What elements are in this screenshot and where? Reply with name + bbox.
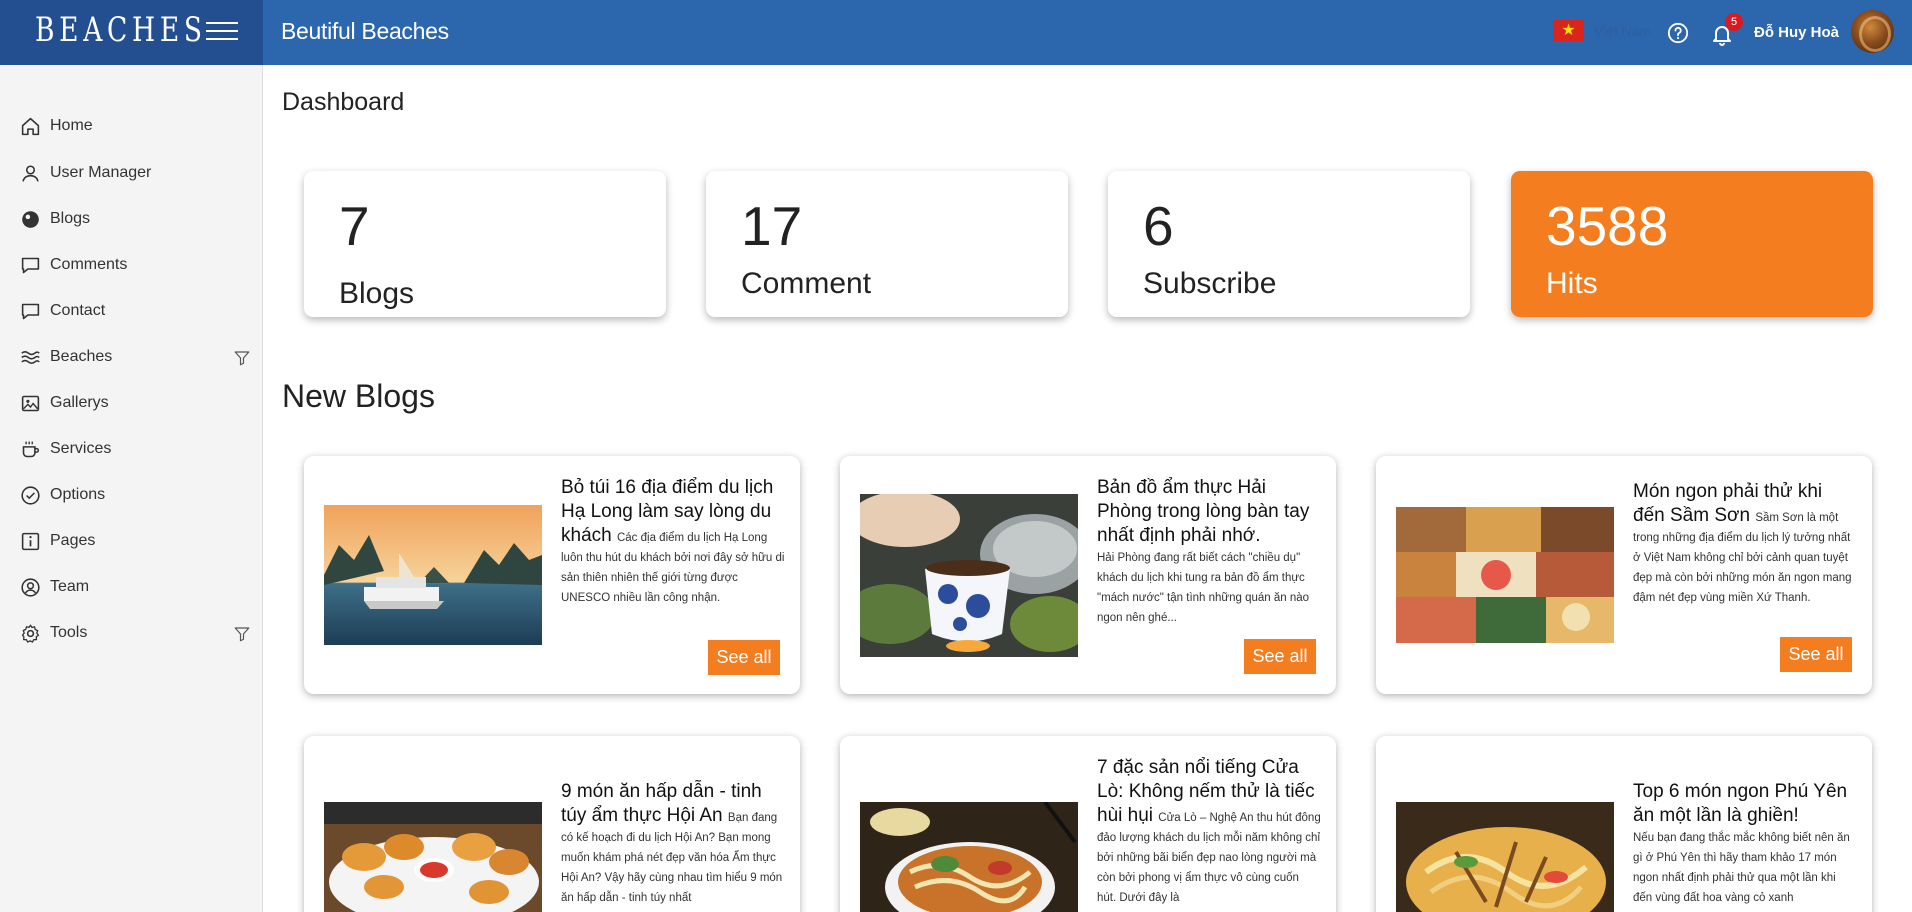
team-icon: [21, 577, 40, 597]
blog-text: Top 6 món ngon Phú Yên ăn một lần là ghi…: [1633, 780, 1857, 908]
blog-card: Bản đồ ẩm thực Hải Phòng trong lòng bàn …: [840, 456, 1336, 694]
sidebar-item-comments[interactable]: Comments: [20, 251, 250, 279]
sidebar-item-label: Beaches: [50, 348, 113, 365]
stat-card-blogs[interactable]: 7 Blogs: [304, 171, 666, 317]
blog-thumbnail-image[interactable]: [860, 802, 1078, 912]
sidebar-item-user-manager[interactable]: User Manager: [20, 159, 250, 187]
see-all-button[interactable]: See all: [1244, 639, 1316, 674]
see-all-button[interactable]: See all: [708, 640, 780, 675]
blog-thumbnail-image[interactable]: [1396, 507, 1614, 643]
sidebar-item-label: Blogs: [50, 210, 91, 227]
top-bar: BEACHES Beutiful Beaches ★ Việt Nam 5 Đỗ…: [0, 0, 1912, 65]
sidebar-item-blogs[interactable]: Blogs: [20, 205, 250, 233]
blog-text: Bỏ túi 16 địa điểm du lịch Hạ Long làm s…: [561, 476, 785, 608]
stat-value: 17: [741, 195, 803, 257]
brand-logo[interactable]: BEACHES: [35, 10, 207, 50]
blog-title[interactable]: Top 6 món ngon Phú Yên ăn một lần là ghi…: [1633, 780, 1857, 828]
stat-card-hits[interactable]: 3588 Hits: [1511, 171, 1873, 317]
comment-icon: [21, 257, 40, 273]
sidebar-item-label: Contact: [50, 302, 106, 319]
sidebar-item-team[interactable]: Team: [20, 573, 250, 601]
sidebar-item-label: Home: [50, 117, 93, 134]
sidebar-item-label: Comments: [50, 256, 128, 273]
avatar[interactable]: [1851, 10, 1894, 53]
section-title: New Blogs: [282, 378, 435, 414]
home-icon: [21, 117, 40, 135]
blog-text: 9 món ăn hấp dẫn - tinh túy ẩm thực Hội …: [561, 780, 785, 908]
contact-icon: [21, 303, 40, 319]
page-title: Dashboard: [282, 88, 405, 116]
stat-label: Subscribe: [1143, 267, 1277, 300]
blog-card: 9 món ăn hấp dẫn - tinh túy ẩm thực Hội …: [304, 736, 800, 912]
waves-icon: [21, 350, 40, 364]
help-icon[interactable]: [1667, 22, 1689, 44]
check-circle-icon: [21, 485, 40, 505]
sidebar-item-tools[interactable]: Tools: [20, 619, 250, 647]
blog-text: Món ngon phải thử khi đến Sầm Sơn Sầm Sơ…: [1633, 480, 1857, 608]
notification-count-badge: 5: [1725, 13, 1743, 31]
blog-card: Món ngon phải thử khi đến Sầm Sơn Sầm Sơ…: [1376, 456, 1872, 694]
stat-card-comments[interactable]: 17 Comment: [706, 171, 1068, 317]
blog-thumbnail-image[interactable]: [860, 494, 1078, 657]
vietnam-flag-icon[interactable]: ★: [1553, 20, 1584, 41]
coffee-icon: [22, 441, 39, 457]
language-label[interactable]: Việt Nam: [1594, 23, 1651, 39]
sidebar-item-label: Options: [50, 486, 106, 503]
stat-card-subscribe[interactable]: 6 Subscribe: [1108, 171, 1470, 317]
menu-toggle-icon[interactable]: [206, 22, 238, 43]
blog-card: Top 6 món ngon Phú Yên ăn một lần là ghi…: [1376, 736, 1872, 912]
blog-card: 7 đặc sản nổi tiếng Cửa Lò: Không nếm th…: [840, 736, 1336, 912]
user-name[interactable]: Đỗ Huy Hoà: [1754, 24, 1839, 41]
blog-thumbnail-image[interactable]: [1396, 802, 1614, 912]
filter-icon[interactable]: [233, 625, 251, 643]
sidebar-item-options[interactable]: Options: [20, 481, 250, 509]
blog-title[interactable]: Bản đồ ẩm thực Hải Phòng trong lòng bàn …: [1097, 476, 1321, 548]
blog-excerpt: Nếu bạn đang thắc mắc không biết nên ăn …: [1633, 832, 1850, 904]
site-title: Beutiful Beaches: [281, 18, 449, 44]
sidebar-item-gallerys[interactable]: Gallerys: [20, 389, 250, 417]
blog-thumbnail-image[interactable]: [324, 505, 542, 645]
brand-area: BEACHES: [0, 0, 263, 65]
sidebar: Home User Manager Blogs Comments Contact…: [0, 65, 263, 912]
sidebar-item-label: Tools: [50, 624, 88, 641]
blog-excerpt: Hải Phòng đang rất biết cách "chiều dụ" …: [1097, 552, 1310, 624]
stat-value: 7: [339, 195, 370, 257]
sidebar-item-label: User Manager: [50, 164, 152, 181]
sidebar-item-label: Gallerys: [50, 394, 109, 411]
sidebar-item-label: Pages: [50, 532, 96, 549]
filter-icon[interactable]: [233, 349, 251, 367]
blog-text: Bản đồ ẩm thực Hải Phòng trong lòng bàn …: [1097, 476, 1321, 628]
blog-icon: [22, 210, 39, 228]
sidebar-item-pages[interactable]: Pages: [20, 527, 250, 555]
blog-card: Bỏ túi 16 địa điểm du lịch Hạ Long làm s…: [304, 456, 800, 694]
sidebar-item-contact[interactable]: Contact: [20, 297, 250, 325]
stat-value: 3588: [1546, 195, 1669, 257]
stat-label: Blogs: [339, 277, 415, 310]
gear-icon: [21, 624, 40, 643]
image-icon: [21, 395, 40, 411]
see-all-button[interactable]: See all: [1780, 637, 1852, 672]
stat-value: 6: [1143, 195, 1174, 257]
user-icon: [22, 164, 39, 182]
sidebar-item-home[interactable]: Home: [20, 112, 250, 140]
info-icon: [21, 532, 40, 550]
blog-thumbnail-image[interactable]: [324, 802, 542, 912]
sidebar-item-label: Services: [50, 440, 112, 457]
stat-label: Comment: [741, 267, 872, 300]
stat-label: Hits: [1546, 267, 1598, 300]
blog-text: 7 đặc sản nổi tiếng Cửa Lò: Không nếm th…: [1097, 756, 1321, 908]
sidebar-item-label: Team: [50, 578, 90, 595]
sidebar-item-beaches[interactable]: Beaches: [20, 343, 250, 371]
sidebar-item-services[interactable]: Services: [20, 435, 250, 463]
